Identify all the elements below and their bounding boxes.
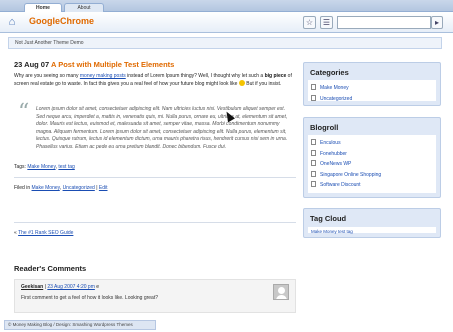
blogroll-item[interactable]: Fonehubber <box>311 149 436 160</box>
comments-heading: Reader's Comments <box>14 264 87 273</box>
tag-cloud-links[interactable]: Make Money test tag <box>308 227 436 234</box>
tag-link[interactable]: test tag <box>58 164 74 170</box>
money-posts-link[interactable]: money making posts <box>80 73 126 79</box>
post-title: 23 Aug 07 A Post with Multiple Test Elem… <box>14 60 294 69</box>
page-icon <box>311 149 316 156</box>
previous-post-link[interactable]: The #1 Rank SEO Guide <box>18 230 73 236</box>
tag-cloud-widget: Tag Cloud Make Money test tag <box>303 208 441 238</box>
sidebar-item-label: Make Money <box>320 85 349 91</box>
sidebar-item-label: Uncategorized <box>320 95 353 102</box>
blogroll-item[interactable]: Enculous <box>311 138 436 149</box>
site-tagline: Not Just Another Theme Demo <box>8 37 442 49</box>
site-title[interactable]: GoogleChrome <box>29 16 94 26</box>
widget-title: Tag Cloud <box>310 214 347 223</box>
divider <box>14 177 296 178</box>
intro-text: instead of Lorem Ipsum thingy? Well, I t… <box>125 73 265 79</box>
page-icon <box>311 94 316 101</box>
avatar <box>273 284 289 300</box>
comment-edit[interactable]: e <box>95 284 99 290</box>
search-input[interactable] <box>337 16 431 29</box>
comment-text: First comment to get a feel of how it lo… <box>21 295 159 301</box>
footer: © Money Making Blog / Design: Smashing W… <box>4 320 156 330</box>
blogroll-label: Software Discount <box>320 182 361 188</box>
previous-post-nav: « The #1 Rank SEO Guide <box>14 230 73 236</box>
blogroll-label: Fonehubber <box>320 150 347 157</box>
sidebar-item-uncategorized[interactable]: Uncategorized <box>311 94 436 105</box>
comment-item: Geekisan | 23 Aug 2007 4:20 pm e First c… <box>14 279 296 313</box>
top-tab-bar: Home About <box>0 0 453 13</box>
comment-author[interactable]: Geekisan <box>21 284 43 290</box>
blogroll-item[interactable]: Singapore Online Shopping <box>311 170 436 181</box>
home-icon[interactable]: ⌂ <box>6 16 18 28</box>
blogroll-label: Singapore Online Shopping <box>320 171 382 178</box>
post-tags: Tags: Make Money, test tag <box>14 164 75 170</box>
widget-body: Enculous Fonehubber OneNews WP Singapore… <box>308 135 436 193</box>
rss-icon[interactable]: ☰ <box>320 16 333 29</box>
tags-label: Tags: <box>14 164 28 170</box>
filed-label: Filed in <box>14 185 32 191</box>
page-icon <box>311 160 316 166</box>
category-link[interactable]: Uncategorized <box>63 185 95 191</box>
page-icon <box>311 181 316 187</box>
category-link[interactable]: Make Money <box>32 185 60 191</box>
intro-text: But if you insist. <box>244 81 282 87</box>
blogroll-item[interactable]: Software Discount <box>311 180 436 191</box>
blogroll-label: Enculous <box>320 140 341 146</box>
intro-text: Why are you seeing so many <box>14 73 80 79</box>
star-icon[interactable]: ☆ <box>303 16 316 29</box>
post-date: 23 Aug 07 <box>14 60 50 69</box>
widget-title: Blogroll <box>310 123 339 132</box>
page-icon <box>311 170 316 177</box>
quote-icon: “ <box>18 100 30 125</box>
header-toolbar: ⌂ GoogleChrome ☆ ☰ ▸ <box>0 12 453 33</box>
post-title-link[interactable]: A Post with Multiple Test Elements <box>51 60 174 69</box>
widget-title: Categories <box>310 68 349 77</box>
tag-link[interactable]: Make Money <box>27 164 55 170</box>
post-categories: Filed in Make Money, Uncategorized | Edi… <box>14 185 108 191</box>
comment-meta: Geekisan | 23 Aug 2007 4:20 pm e <box>21 284 99 290</box>
sidebar-item-make-money[interactable]: Make Money <box>311 83 436 94</box>
edit-link[interactable]: Edit <box>99 185 108 191</box>
categories-widget: Categories Make Money Uncategorized <box>303 62 441 106</box>
blockquote: Lorem ipsum dolor sit amet, consectetuer… <box>36 106 288 150</box>
widget-body: Make Money Uncategorized <box>308 80 436 102</box>
blogroll-widget: Blogroll Enculous Fonehubber OneNews WP … <box>303 117 441 198</box>
blogroll-label: OneNews WP <box>320 161 352 167</box>
blogroll-item[interactable]: OneNews WP <box>311 159 436 170</box>
page-icon <box>311 139 316 145</box>
page-icon <box>311 84 316 90</box>
divider <box>14 222 296 223</box>
go-arrow-icon[interactable]: ▸ <box>431 16 443 29</box>
widget-body: Make Money test tag <box>308 227 436 234</box>
intro-bold: big piece <box>264 73 287 79</box>
comment-date[interactable]: 23 Aug 2007 4:20 pm <box>47 284 95 290</box>
post-intro: Why are you seeing so many money making … <box>14 72 304 88</box>
